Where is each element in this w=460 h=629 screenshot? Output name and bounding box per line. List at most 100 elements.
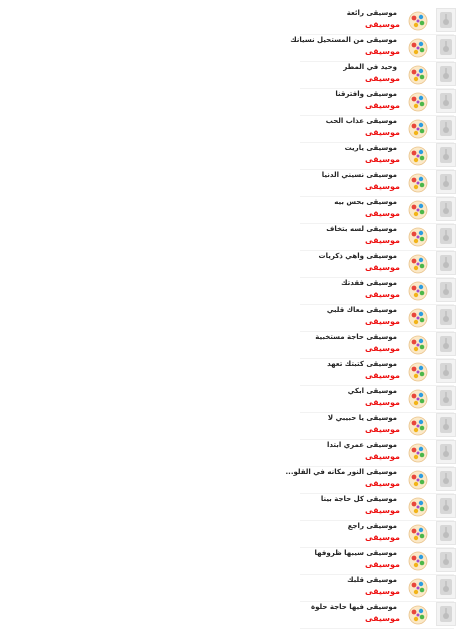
music-player-icon[interactable] [436, 332, 456, 356]
track-category[interactable]: موسيقى [365, 370, 400, 381]
music-player-icon[interactable] [436, 467, 456, 491]
track-category[interactable]: موسيقى [365, 235, 400, 246]
list-item[interactable]: وحيد في المطر موسيقى [0, 62, 460, 89]
track-title[interactable]: موسيقى بحس بيه [334, 197, 397, 207]
list-item[interactable]: موسيقى نسيني الدنيا موسيقى [0, 170, 460, 197]
list-item[interactable]: موسيقى عذاب الحب موسيقى [0, 116, 460, 143]
music-player-icon[interactable] [436, 602, 456, 626]
colorful-circle-icon [408, 173, 428, 193]
music-player-icon[interactable] [436, 170, 456, 194]
list-item[interactable]: موسيقى من المستحيل نسيانك موسيقى [0, 35, 460, 62]
track-title[interactable]: موسيقى فقدتك [341, 278, 397, 288]
track-title[interactable]: موسيقى كتبتك تعهد [327, 359, 397, 369]
list-item[interactable]: موسيقى يا حبيبي لا موسيقى [0, 413, 460, 440]
music-player-icon[interactable] [436, 494, 456, 518]
colorful-circle-icon [408, 92, 428, 112]
music-player-icon[interactable] [436, 440, 456, 464]
list-item[interactable]: موسيقى سيبها ظروفها موسيقى [0, 548, 460, 575]
track-title[interactable]: موسيقى ابكي [348, 386, 397, 396]
track-category[interactable]: موسيقى [365, 154, 400, 165]
music-player-icon[interactable] [436, 548, 456, 572]
track-category[interactable]: موسيقى [365, 505, 400, 516]
music-player-icon[interactable] [436, 575, 456, 599]
track-category[interactable]: موسيقى [365, 73, 400, 84]
track-category[interactable]: موسيقى [365, 208, 400, 219]
colorful-circle-icon [408, 497, 428, 517]
track-title[interactable]: موسيقى كل حاجة بينا [321, 494, 397, 504]
track-category[interactable]: موسيقى [365, 316, 400, 327]
music-player-icon[interactable] [436, 116, 456, 140]
colorful-circle-icon [408, 281, 428, 301]
track-title[interactable]: وحيد في المطر [343, 62, 397, 72]
track-category[interactable]: موسيقى [365, 19, 400, 30]
colorful-circle-icon [408, 551, 428, 571]
list-item[interactable]: موسيقى ابكي موسيقى [0, 386, 460, 413]
list-item[interactable]: موسيقى فيها حاجة حلوة موسيقى [0, 602, 460, 629]
track-category[interactable]: موسيقى [365, 613, 400, 624]
music-player-icon[interactable] [436, 305, 456, 329]
list-item[interactable]: موسيقى لسه بتخاف موسيقى [0, 224, 460, 251]
list-item[interactable]: موسيقى النور مكانه في القلو... موسيقى [0, 467, 460, 494]
track-title[interactable]: موسيقى عذاب الحب [326, 116, 397, 126]
track-title[interactable]: موسيقى ياريت [345, 143, 397, 153]
list-item[interactable]: موسيقى كل حاجة بينا موسيقى [0, 494, 460, 521]
track-category[interactable]: موسيقى [365, 586, 400, 597]
track-title[interactable]: موسيقى نسيني الدنيا [322, 170, 397, 180]
music-player-icon[interactable] [436, 413, 456, 437]
list-item[interactable]: موسيقى راجع موسيقى [0, 521, 460, 548]
track-title[interactable]: موسيقى راجع [348, 521, 397, 531]
track-title[interactable]: موسيقى معاك قلبي [327, 305, 397, 315]
music-player-icon[interactable] [436, 8, 456, 32]
track-title[interactable]: موسيقى النور مكانه في القلو... [286, 467, 398, 477]
track-title[interactable]: موسيقى حاجة مستخبية [315, 332, 397, 342]
music-player-icon[interactable] [436, 35, 456, 59]
music-player-icon[interactable] [436, 251, 456, 275]
track-category[interactable]: موسيقى [365, 127, 400, 138]
track-category[interactable]: موسيقى [365, 343, 400, 354]
list-item[interactable]: موسيقى قلبك موسيقى [0, 575, 460, 602]
track-title[interactable]: موسيقى لسه بتخاف [326, 224, 397, 234]
music-player-icon[interactable] [436, 278, 456, 302]
track-category[interactable]: موسيقى [365, 289, 400, 300]
music-player-icon[interactable] [436, 143, 456, 167]
music-player-icon[interactable] [436, 89, 456, 113]
track-title[interactable]: موسيقى رائعة [347, 8, 397, 18]
list-item[interactable]: موسيقى فقدتك موسيقى [0, 278, 460, 305]
track-category[interactable]: موسيقى [365, 100, 400, 111]
list-item[interactable]: موسيقى بحس بيه موسيقى [0, 197, 460, 224]
track-category[interactable]: موسيقى [365, 451, 400, 462]
colorful-circle-icon [408, 38, 428, 58]
list-item[interactable]: موسيقى ياريت موسيقى [0, 143, 460, 170]
music-player-icon[interactable] [436, 386, 456, 410]
list-item[interactable]: موسيقى حاجة مستخبية موسيقى [0, 332, 460, 359]
track-title[interactable]: موسيقى قلبك [347, 575, 397, 585]
track-category[interactable]: موسيقى [365, 478, 400, 489]
list-item[interactable]: موسيقى معاك قلبي موسيقى [0, 305, 460, 332]
track-category[interactable]: موسيقى [365, 559, 400, 570]
list-item[interactable]: موسيقى عمري ابتدا موسيقى [0, 440, 460, 467]
track-category[interactable]: موسيقى [365, 424, 400, 435]
track-title[interactable]: موسيقى وافترقنا [335, 89, 397, 99]
colorful-circle-icon [408, 362, 428, 382]
track-category[interactable]: موسيقى [365, 181, 400, 192]
list-item[interactable]: موسيقى وافترقنا موسيقى [0, 89, 460, 116]
music-player-icon[interactable] [436, 224, 456, 248]
music-player-icon[interactable] [436, 521, 456, 545]
track-category[interactable]: موسيقى [365, 46, 400, 57]
list-item[interactable]: موسيقى كتبتك تعهد موسيقى [0, 359, 460, 386]
music-player-icon[interactable] [436, 197, 456, 221]
track-category[interactable]: موسيقى [365, 262, 400, 273]
track-title[interactable]: موسيقى من المستحيل نسيانك [290, 35, 397, 45]
track-category[interactable]: موسيقى [365, 532, 400, 543]
list-item[interactable]: موسيقى واهي ذكريات موسيقى [0, 251, 460, 278]
music-player-icon[interactable] [436, 359, 456, 383]
track-category[interactable]: موسيقى [365, 397, 400, 408]
track-title[interactable]: موسيقى عمري ابتدا [327, 440, 397, 450]
list-item[interactable]: موسيقى رائعة موسيقى [0, 8, 460, 35]
track-title[interactable]: موسيقى فيها حاجة حلوة [311, 602, 397, 612]
track-title[interactable]: موسيقى يا حبيبي لا [328, 413, 397, 423]
music-player-icon[interactable] [436, 62, 456, 86]
track-title[interactable]: موسيقى سيبها ظروفها [315, 548, 397, 558]
track-title[interactable]: موسيقى واهي ذكريات [319, 251, 397, 261]
colorful-circle-icon [408, 119, 428, 139]
